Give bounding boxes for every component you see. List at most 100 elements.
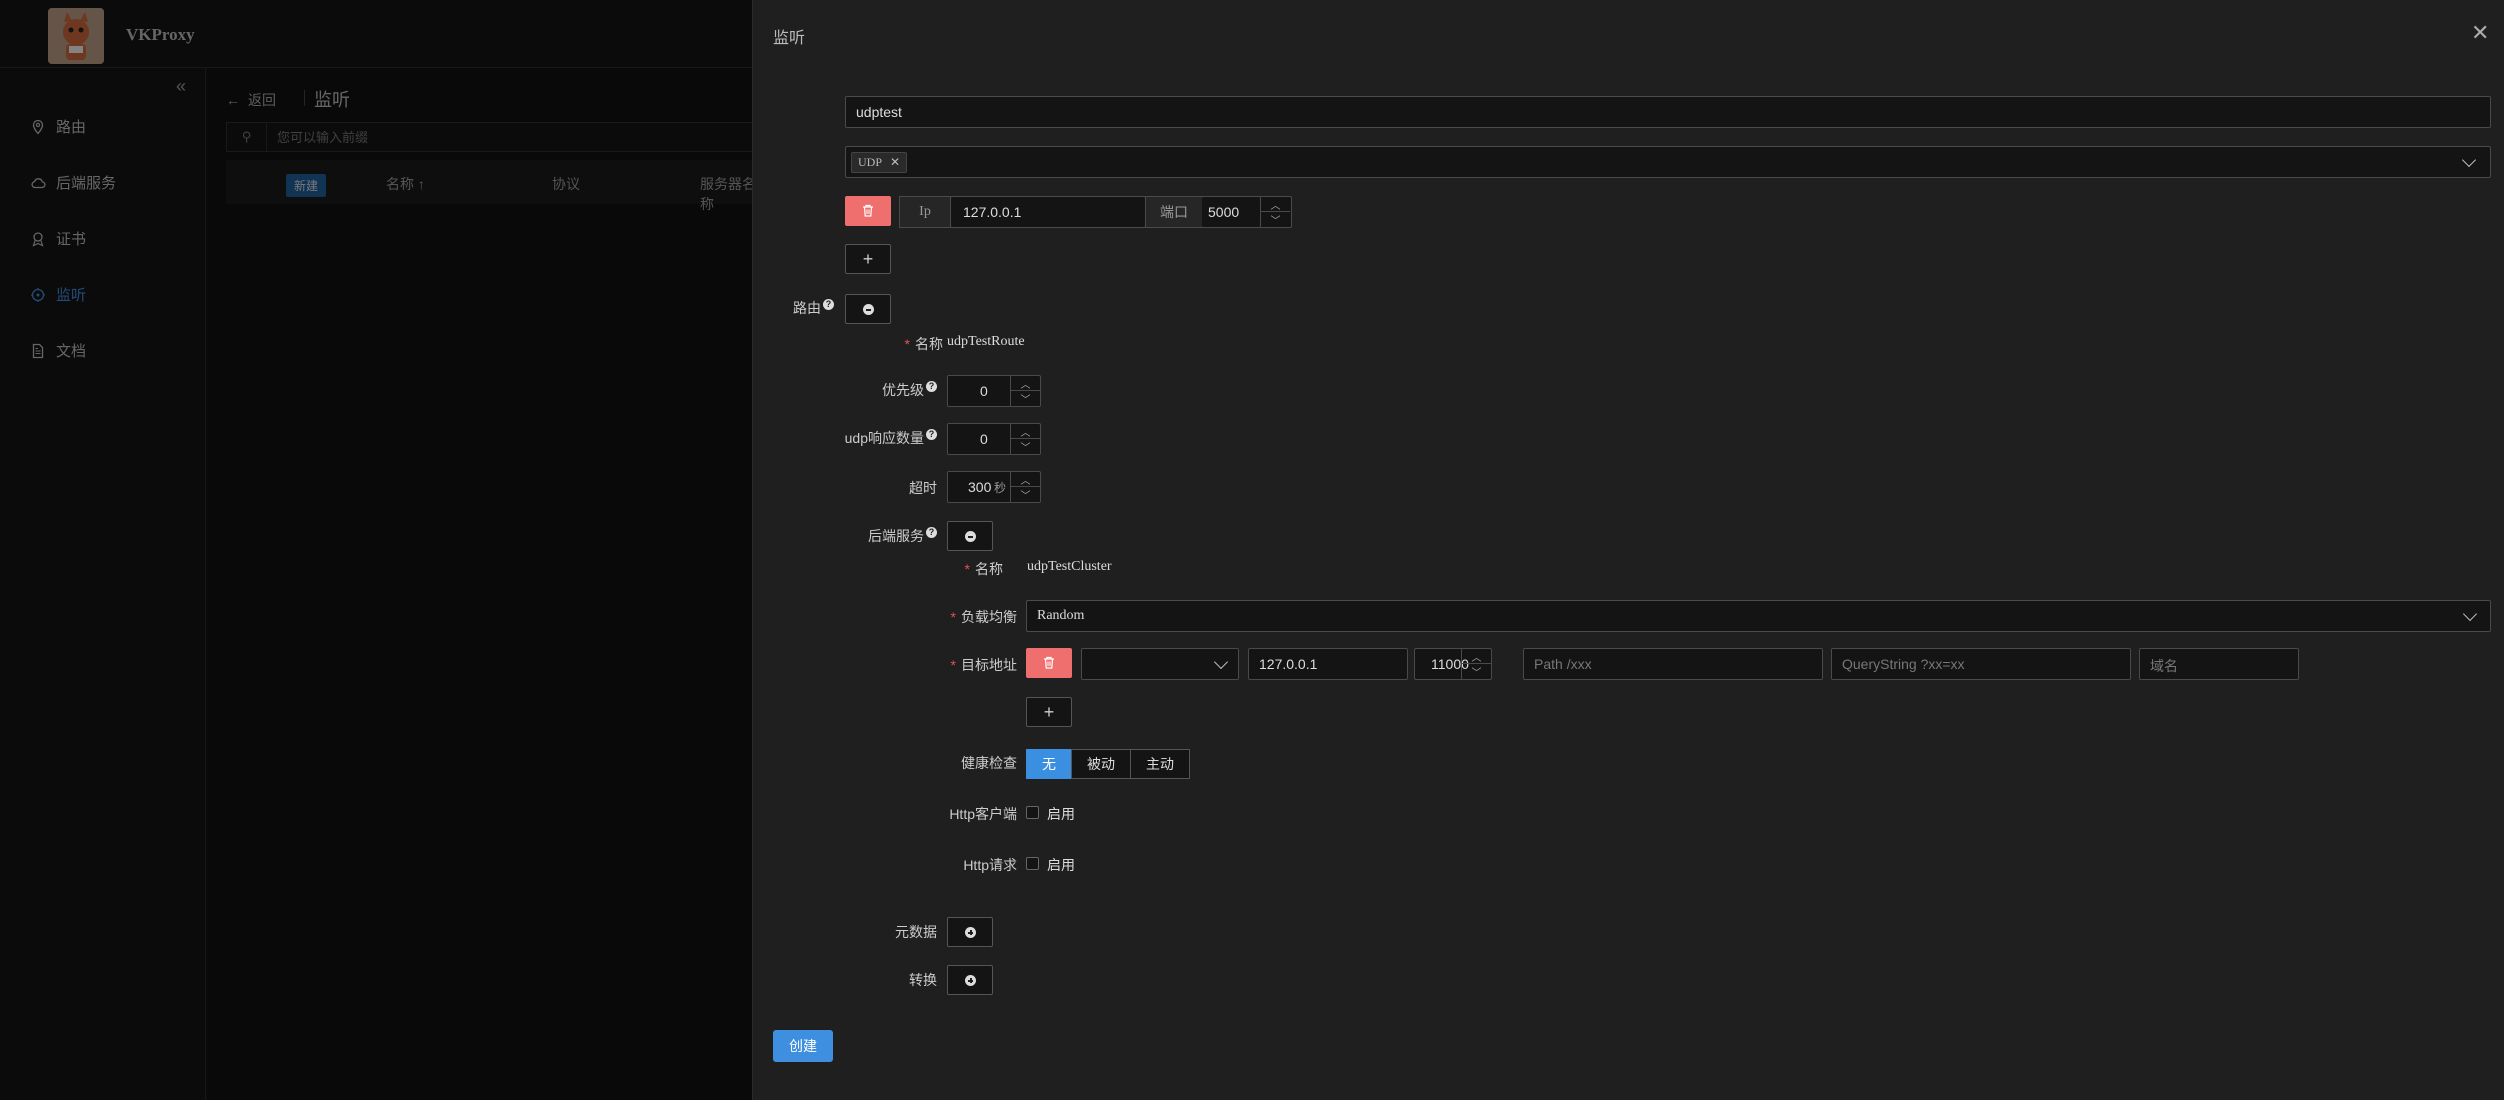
target-ip-input[interactable]: 127.0.0.1: [1248, 648, 1408, 680]
chevron-up-icon[interactable]: ︿: [1462, 649, 1491, 664]
chevron-down-icon[interactable]: ﹀: [1011, 439, 1040, 454]
chevron-down-icon: [2461, 152, 2477, 168]
minus-circle-icon: [863, 304, 874, 315]
help-icon[interactable]: ?: [926, 527, 937, 539]
help-icon[interactable]: ?: [823, 299, 834, 311]
plus-icon: +: [1043, 702, 1055, 722]
cluster-label: 后端服务?: [793, 526, 937, 546]
ip-addon: Ip: [899, 196, 951, 228]
chevron-down-icon[interactable]: ﹀: [1011, 487, 1040, 502]
remove-cluster-button[interactable]: [947, 521, 993, 551]
http-client-label: Http客户端: [949, 806, 1017, 822]
domain-input[interactable]: 域名: [2139, 648, 2299, 680]
http-request-label: Http请求: [963, 857, 1017, 873]
port-stepper[interactable]: ︿ ﹀: [1260, 197, 1290, 227]
port-value: 5000: [1208, 204, 1240, 220]
path-placeholder: Path /xxx: [1534, 656, 1592, 672]
health-check-active[interactable]: 主动: [1130, 749, 1190, 779]
chevron-up-icon[interactable]: ︿: [1011, 376, 1040, 391]
http-client-enable-label[interactable]: 启用: [1047, 804, 1075, 824]
metadata-label: 元数据: [895, 924, 937, 940]
protocol-select[interactable]: UDP ✕: [845, 146, 2491, 178]
plus-circle-icon: [965, 927, 976, 938]
priority-stepper[interactable]: ︿ ﹀: [1010, 376, 1040, 406]
chevron-down-icon: [1213, 654, 1229, 670]
transform-label: 转换: [909, 972, 937, 988]
drawer-mask[interactable]: [0, 0, 752, 1100]
target-ip-value: 127.0.0.1: [1259, 656, 1318, 672]
load-balance-value: Random: [1037, 608, 1085, 623]
close-tag-icon[interactable]: ✕: [890, 155, 900, 170]
delete-target-button[interactable]: [1026, 648, 1072, 678]
target-port-stepper[interactable]: ︿ ﹀: [1461, 649, 1491, 679]
chevron-down-icon[interactable]: ﹀: [1261, 212, 1290, 227]
chevron-up-icon[interactable]: ︿: [1011, 424, 1040, 439]
target-port-input[interactable]: 11000 ︿ ﹀: [1414, 648, 1492, 680]
load-balance-label: 负载均衡: [903, 607, 1017, 627]
cluster-label-text: 后端服务: [868, 528, 924, 544]
minus-circle-icon: [965, 531, 976, 542]
drawer-title: 监听: [773, 30, 806, 47]
health-check-passive[interactable]: 被动: [1071, 749, 1131, 779]
name-value: udptest: [856, 104, 902, 120]
delete-address-button[interactable]: [845, 196, 891, 226]
domain-placeholder: 域名: [2150, 658, 2178, 674]
cluster-name-value: udpTestCluster: [1027, 559, 1112, 574]
priority-value: 0: [980, 383, 988, 399]
udp-response-stepper[interactable]: ︿ ﹀: [1010, 424, 1040, 454]
ip-input[interactable]: 127.0.0.1: [950, 196, 1146, 228]
udp-response-label-text: udp响应数量: [844, 430, 924, 446]
route-name-label: 名称: [853, 334, 943, 354]
query-string-placeholder: QueryString ?xx=xx: [1842, 656, 1965, 672]
remove-route-button[interactable]: [845, 294, 891, 324]
path-input[interactable]: Path /xxx: [1523, 648, 1823, 680]
protocol-tag-label: UDP: [858, 155, 883, 169]
chevron-down-icon[interactable]: ﹀: [1011, 391, 1040, 406]
priority-label-text: 优先级: [882, 382, 924, 398]
priority-input[interactable]: 0 ︿ ﹀: [947, 375, 1041, 407]
create-button[interactable]: 创建: [773, 1030, 833, 1062]
http-client-checkbox[interactable]: [1026, 806, 1039, 819]
trash-icon: [1044, 656, 1054, 669]
port-input[interactable]: 5000 ︿ ﹀: [1202, 196, 1292, 228]
listener-drawer: 监听 ✕ 名称 udptest 协议 UDP ✕ 地址 Ip 127.0.0.1…: [752, 0, 2504, 1100]
http-request-checkbox[interactable]: [1026, 857, 1039, 870]
route-name-value: udpTestRoute: [947, 334, 1025, 349]
chevron-down-icon[interactable]: ﹀: [1462, 664, 1491, 679]
help-icon[interactable]: ?: [926, 381, 937, 393]
plus-circle-icon: [965, 975, 976, 986]
help-icon[interactable]: ?: [926, 429, 937, 441]
route-label-text: 路由: [793, 300, 821, 316]
add-address-button[interactable]: +: [845, 244, 891, 274]
cluster-name-label: 名称: [913, 559, 1003, 579]
timeout-input[interactable]: 300 秒 ︿ ﹀: [947, 471, 1041, 503]
health-check-none[interactable]: 无: [1026, 749, 1072, 779]
priority-label: 优先级?: [825, 380, 937, 400]
chevron-down-icon: [2462, 606, 2478, 622]
health-check-label: 健康检查: [961, 755, 1017, 771]
name-input[interactable]: udptest: [845, 96, 2491, 128]
plus-icon: +: [862, 249, 874, 269]
protocol-tag: UDP ✕: [851, 152, 908, 173]
chevron-up-icon[interactable]: ︿: [1261, 197, 1290, 212]
udp-response-label: udp响应数量?: [793, 428, 937, 448]
udp-response-input[interactable]: 0 ︿ ﹀: [947, 423, 1041, 455]
target-address-label: 目标地址: [903, 655, 1017, 675]
query-string-input[interactable]: QueryString ?xx=xx: [1831, 648, 2131, 680]
timeout-value: 300: [968, 479, 992, 495]
timeout-unit: 秒: [994, 481, 1007, 495]
chevron-up-icon[interactable]: ︿: [1011, 472, 1040, 487]
port-addon: 端口: [1145, 196, 1203, 228]
udp-response-value: 0: [980, 431, 988, 447]
ip-value: 127.0.0.1: [963, 204, 1022, 220]
timeout-label: 超时: [909, 480, 937, 496]
load-balance-select[interactable]: Random: [1026, 600, 2491, 632]
trash-icon: [863, 204, 873, 217]
close-icon[interactable]: ✕: [2471, 20, 2489, 46]
add-metadata-button[interactable]: [947, 917, 993, 947]
add-target-button[interactable]: +: [1026, 697, 1072, 727]
timeout-stepper[interactable]: ︿ ﹀: [1010, 472, 1040, 502]
add-transform-button[interactable]: [947, 965, 993, 995]
http-request-enable-label[interactable]: 启用: [1047, 855, 1075, 875]
target-scheme-select[interactable]: [1081, 648, 1239, 680]
